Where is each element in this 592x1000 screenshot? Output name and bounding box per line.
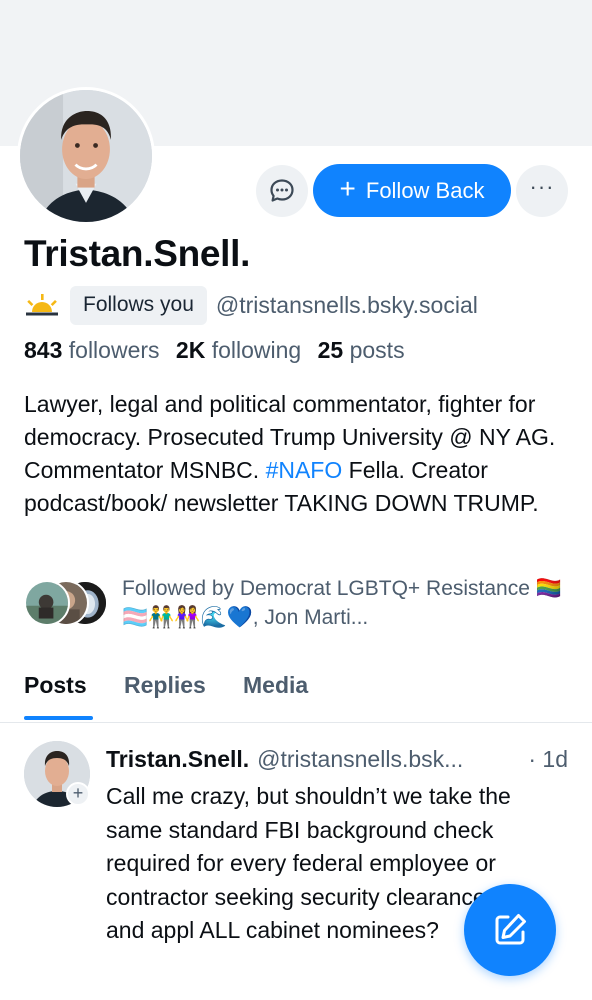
- profile-bio: Lawyer, legal and political commentator,…: [24, 388, 572, 520]
- followed-by-row[interactable]: Followed by Democrat LGBTQ+ Resistance 🏳…: [24, 572, 574, 634]
- more-options-button[interactable]: ···: [516, 165, 568, 217]
- followers-label: followers: [68, 337, 160, 363]
- post-author-handle[interactable]: @tristansnells.bsk...: [257, 746, 463, 773]
- message-button[interactable]: [256, 165, 308, 217]
- profile-tabs: Posts Replies Media: [0, 660, 592, 723]
- active-tab-indicator: [24, 716, 93, 720]
- profile-handle[interactable]: @tristansnells.bsky.social: [216, 292, 478, 319]
- following-count: 2K: [175, 337, 206, 363]
- compose-button[interactable]: [464, 884, 556, 976]
- tab-media[interactable]: Media: [243, 672, 308, 699]
- tab-posts[interactable]: Posts: [24, 672, 87, 699]
- following-label: following: [211, 337, 302, 363]
- post-timestamp: · 1d: [528, 746, 568, 772]
- more-dots-icon: ···: [529, 174, 555, 199]
- profile-name: Tristan.Snell.: [24, 233, 251, 274]
- follow-back-label: Follow Back: [365, 177, 485, 203]
- message-bubble-icon: [270, 179, 294, 202]
- follow-back-button[interactable]: + Follow Back: [313, 164, 511, 217]
- post-header: Tristan.Snell. @tristansnells.bsk... · 1…: [106, 746, 574, 773]
- bio-hashtag-link[interactable]: #NAFO: [266, 457, 343, 483]
- follows-you-badge: Follows you: [70, 285, 207, 325]
- profile-avatar[interactable]: [17, 87, 155, 225]
- follower-avatar-1: [24, 580, 70, 626]
- post-author-name[interactable]: Tristan.Snell.: [106, 746, 249, 773]
- posts-count: 25: [317, 337, 344, 363]
- compose-pencil-icon: [495, 914, 526, 945]
- followers-count: 843: [24, 337, 63, 363]
- followed-by-text: Followed by Democrat LGBTQ+ Resistance 🏳…: [122, 577, 562, 629]
- profile-meta-row: Follows you @tristansnells.bsky.social: [24, 285, 478, 325]
- followed-by-avatars: [24, 579, 108, 627]
- sun-horizon-icon: [26, 294, 58, 316]
- tab-replies[interactable]: Replies: [124, 672, 206, 699]
- followers-stat[interactable]: 843 followers: [24, 337, 160, 363]
- plus-icon: +: [339, 173, 356, 204]
- posts-stat: 25 posts: [318, 337, 405, 363]
- follow-plus-badge[interactable]: +: [66, 782, 90, 806]
- following-stat[interactable]: 2K following: [176, 337, 301, 363]
- profile-stats: 843 followers 2K following 25 posts: [24, 337, 415, 364]
- posts-label: posts: [349, 337, 405, 363]
